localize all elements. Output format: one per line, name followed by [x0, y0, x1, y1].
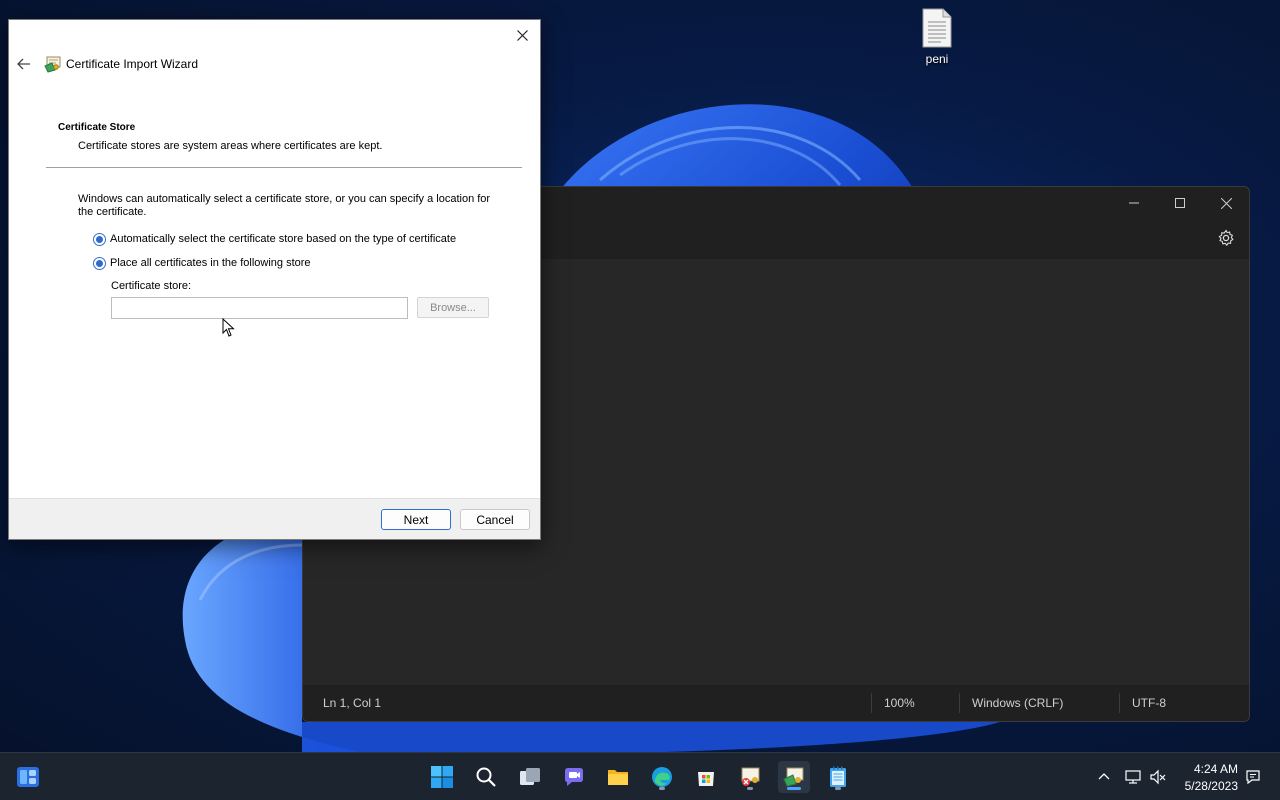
- maximize-button[interactable]: [1157, 187, 1203, 219]
- browse-button[interactable]: Browse...: [417, 297, 489, 318]
- close-icon: [1220, 197, 1232, 209]
- clock-time[interactable]: 4:24 AM: [1178, 762, 1238, 776]
- maximize-icon: [1175, 198, 1185, 208]
- back-button[interactable]: [15, 55, 33, 73]
- close-button[interactable]: [1203, 187, 1249, 219]
- certificate-store-label: Certificate store:: [111, 280, 192, 292]
- volume-muted-icon: [1150, 769, 1166, 785]
- encoding[interactable]: UTF-8: [1132, 685, 1166, 721]
- network-icon: [1125, 770, 1141, 784]
- status-divider: [1119, 693, 1120, 713]
- certificate-wizard-button[interactable]: [778, 761, 810, 793]
- search-button[interactable]: [470, 761, 502, 793]
- certificate-icon: [44, 55, 62, 73]
- status-divider: [959, 693, 960, 713]
- wizard-footer: Next Cancel: [9, 498, 540, 539]
- arrow-left-icon: [17, 58, 30, 70]
- close-button[interactable]: [510, 24, 534, 46]
- page-title: Certificate Store: [58, 122, 136, 133]
- taskbar: 4:24 AM 5/28/2023: [0, 752, 1280, 800]
- chevron-up-icon: [1098, 773, 1110, 780]
- radio-auto-label: Automatically select the certificate sto…: [110, 233, 457, 245]
- notepad-statusbar: Ln 1, Col 1 100% Windows (CRLF) UTF-8: [303, 685, 1249, 721]
- intro-text: Windows can automatically select a certi…: [78, 193, 491, 218]
- notepad-button[interactable]: [822, 761, 854, 793]
- radio-button[interactable]: [93, 232, 106, 246]
- radio-auto-select[interactable]: Automatically select the certificate sto…: [93, 231, 456, 247]
- mouse-cursor-icon: [222, 317, 236, 338]
- task-view-icon: [520, 768, 540, 785]
- running-indicator: [747, 787, 753, 790]
- certificate-import-wizard[interactable]: Certificate Import Wizard Certificate St…: [8, 19, 541, 540]
- certificate-manager-button[interactable]: [734, 761, 766, 793]
- page-description: Certificate stores are system areas wher…: [78, 140, 383, 152]
- network-button[interactable]: [1124, 768, 1142, 786]
- radio-place-in-store[interactable]: Place all certificates in the following …: [93, 255, 311, 271]
- start-button[interactable]: [426, 761, 458, 793]
- teams-chat-icon: [565, 768, 583, 786]
- radio-place-label: Place all certificates in the following …: [110, 257, 311, 269]
- line-ending[interactable]: Windows (CRLF): [972, 685, 1063, 721]
- notification-icon: [1246, 770, 1260, 785]
- settings-button[interactable]: [1217, 229, 1235, 247]
- status-divider: [871, 693, 872, 713]
- certificate-wizard-icon: [783, 767, 804, 787]
- file-explorer-button[interactable]: [602, 761, 634, 793]
- running-indicator: [835, 787, 841, 790]
- store-icon: [698, 772, 714, 786]
- edge-button[interactable]: [646, 761, 678, 793]
- close-icon: [516, 29, 528, 41]
- desktop-file-label: peni: [925, 52, 949, 66]
- task-view-button[interactable]: [514, 761, 546, 793]
- widgets-button[interactable]: [14, 763, 42, 791]
- chat-button[interactable]: [558, 761, 590, 793]
- edge-icon: [652, 767, 672, 787]
- certificate-manager-icon: [741, 767, 760, 786]
- file-explorer-icon: [608, 770, 628, 785]
- search-icon: [476, 767, 496, 787]
- notepad-icon: [830, 766, 846, 787]
- store-button[interactable]: [690, 761, 722, 793]
- wizard-title: Certificate Import Wizard: [66, 57, 199, 71]
- show-hidden-icons-button[interactable]: [1096, 769, 1112, 785]
- start-icon: [431, 766, 453, 788]
- clock-date[interactable]: 5/28/2023: [1170, 779, 1238, 793]
- zoom-level[interactable]: 100%: [884, 685, 915, 721]
- notifications-button[interactable]: [1244, 768, 1262, 786]
- desktop-file-peni[interactable]: peni: [904, 8, 970, 78]
- text-document-icon: [921, 8, 953, 48]
- next-button[interactable]: Next: [381, 509, 451, 530]
- running-indicator: [659, 787, 665, 790]
- gear-icon: [1218, 229, 1234, 247]
- header-divider: [46, 167, 522, 168]
- radio-button[interactable]: [93, 256, 106, 270]
- cancel-button[interactable]: Cancel: [460, 509, 530, 530]
- active-indicator: [787, 787, 801, 790]
- minimize-icon: [1129, 202, 1139, 204]
- widgets-icon: [17, 767, 39, 787]
- minimize-button[interactable]: [1111, 187, 1157, 219]
- volume-button[interactable]: [1149, 768, 1167, 786]
- cursor-position: Ln 1, Col 1: [323, 696, 382, 710]
- certificate-store-field[interactable]: [111, 297, 408, 319]
